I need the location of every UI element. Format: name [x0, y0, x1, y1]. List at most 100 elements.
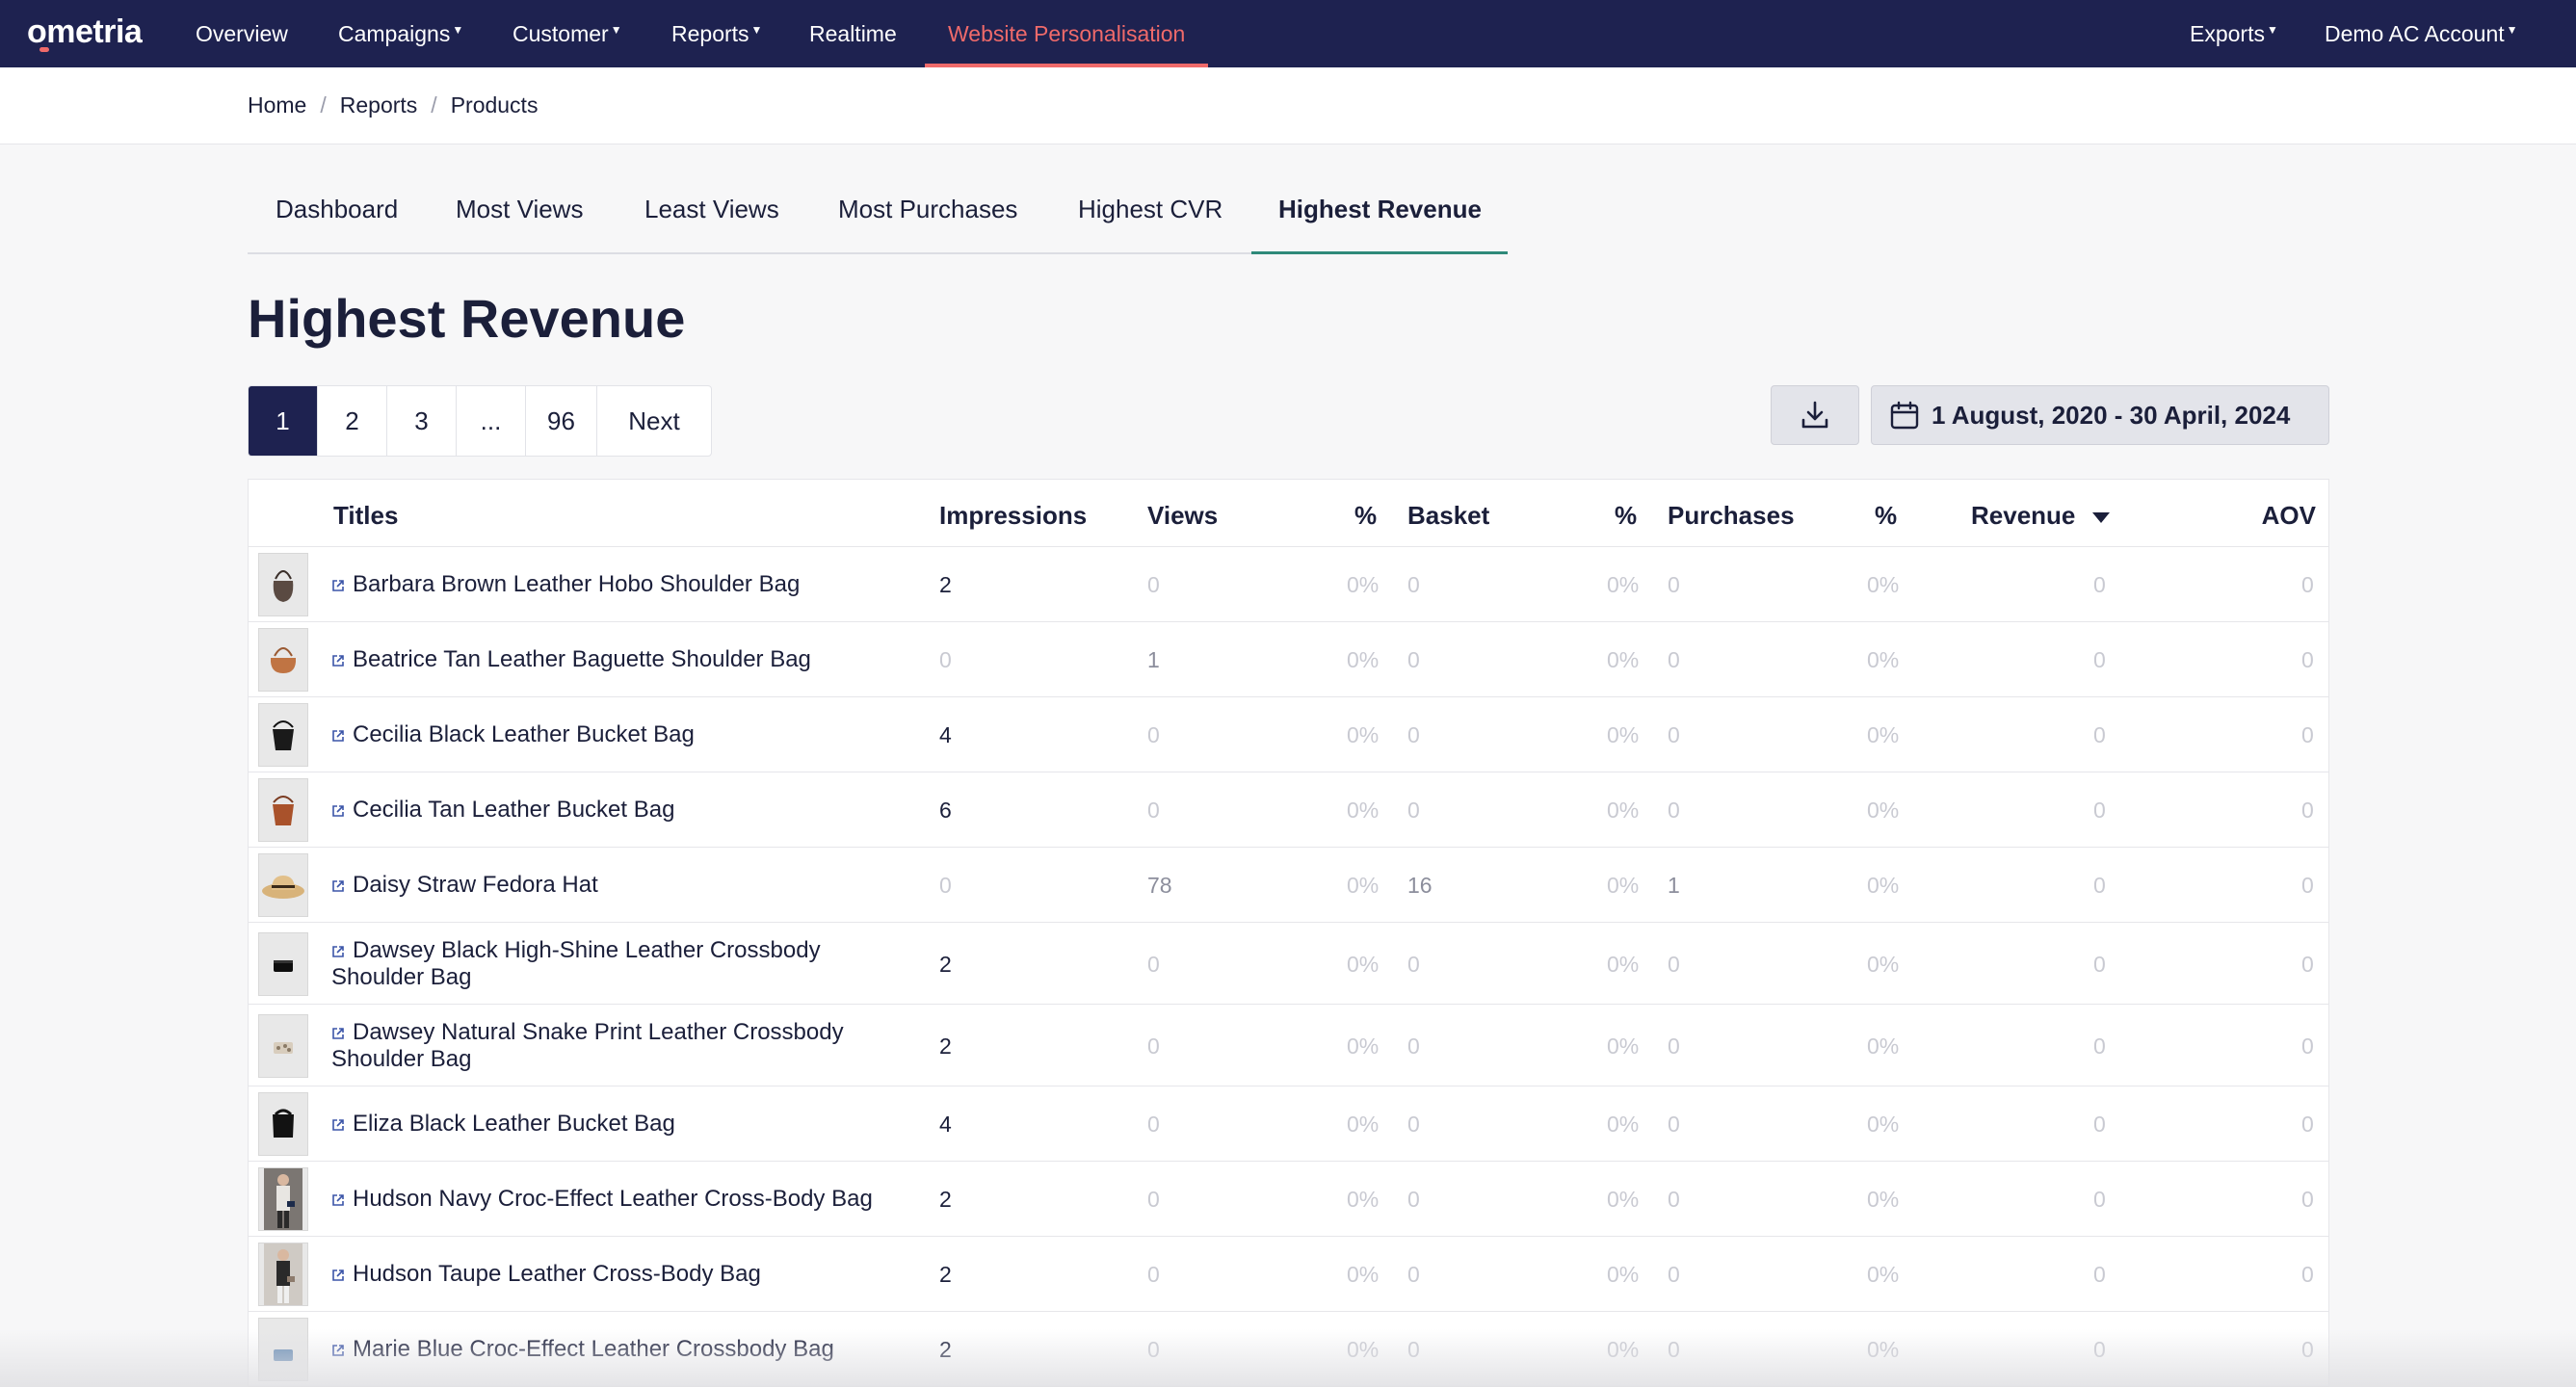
- tab-dashboard[interactable]: Dashboard: [276, 195, 398, 224]
- cell-views: 0: [1147, 798, 1160, 823]
- product-title-link[interactable]: Dawsey Natural Snake Print Leather Cross…: [331, 1019, 909, 1073]
- cell-purchases-pct: 0%: [1867, 722, 1900, 747]
- tab-most-views[interactable]: Most Views: [456, 195, 583, 224]
- nav-customer[interactable]: Customer ▼: [513, 0, 622, 67]
- tab-highest-revenue[interactable]: Highest Revenue: [1278, 195, 1482, 224]
- cell-basket-pct: 0%: [1607, 647, 1640, 672]
- product-title-link[interactable]: Dawsey Black High-Shine Leather Crossbod…: [331, 937, 909, 991]
- nav-overview[interactable]: Overview: [196, 0, 288, 67]
- col-revenue[interactable]: Revenue: [1971, 501, 2111, 531]
- product-thumbnail: [258, 1318, 308, 1381]
- cell-views: 0: [1147, 572, 1160, 597]
- page-1-button[interactable]: 1: [249, 386, 318, 456]
- cell-basket-pct: 0%: [1607, 572, 1640, 597]
- product-thumbnail: [258, 703, 308, 767]
- col-aov[interactable]: AOV: [2260, 501, 2316, 531]
- cell-basket: 0: [1407, 1337, 1420, 1362]
- cell-aov: 0: [2301, 1034, 2314, 1059]
- cell-revenue: 0: [2093, 1112, 2106, 1137]
- product-title-link[interactable]: Barbara Brown Leather Hobo Shoulder Bag: [331, 571, 909, 598]
- nav-exports[interactable]: Exports ▼: [2190, 0, 2278, 67]
- cell-purchases-pct: 0%: [1867, 647, 1900, 672]
- cell-aov: 0: [2301, 1262, 2314, 1287]
- ometria-logo[interactable]: ometria: [27, 13, 143, 52]
- nav-website-personalisation[interactable]: Website Personalisation: [924, 0, 1209, 67]
- breadcrumb-separator: /: [320, 92, 327, 118]
- product-title-link[interactable]: Marie Blue Croc-Effect Leather Crossbody…: [331, 1336, 909, 1363]
- cell-basket: 16: [1407, 873, 1433, 898]
- nav-campaigns[interactable]: Campaigns ▼: [338, 0, 463, 67]
- tab-most-purchases[interactable]: Most Purchases: [838, 195, 1017, 224]
- cell-purchases-pct: 0%: [1867, 572, 1900, 597]
- product-title-link[interactable]: Hudson Taupe Leather Cross-Body Bag: [331, 1261, 909, 1288]
- cell-basket-pct: 0%: [1607, 1112, 1640, 1137]
- external-link-icon: [332, 1027, 344, 1039]
- col-purchases[interactable]: Purchases: [1668, 501, 1795, 531]
- tab-highest-cvr[interactable]: Highest CVR: [1078, 195, 1222, 224]
- page-2-button[interactable]: 2: [318, 386, 387, 456]
- product-title: Cecilia Black Leather Bucket Bag: [353, 721, 695, 747]
- tab-least-views[interactable]: Least Views: [644, 195, 779, 224]
- cell-views-pct: 0%: [1347, 572, 1380, 597]
- nav-account-menu[interactable]: Demo AC Account ▼: [2325, 0, 2518, 67]
- product-thumbnail: [258, 932, 308, 996]
- product-title-link[interactable]: Cecilia Tan Leather Bucket Bag: [331, 797, 909, 824]
- col-purchases-pct[interactable]: %: [1875, 501, 1897, 531]
- product-title-link[interactable]: Hudson Navy Croc-Effect Leather Cross-Bo…: [331, 1186, 909, 1213]
- product-thumbnail: [258, 628, 308, 692]
- nav-overview-label: Overview: [196, 21, 288, 46]
- external-link-icon: [332, 1344, 344, 1356]
- col-views-pct[interactable]: %: [1354, 501, 1377, 531]
- cell-purchases: 0: [1668, 1112, 1680, 1137]
- next-page-button[interactable]: Next: [597, 386, 711, 456]
- cell-views-pct: 0%: [1347, 1112, 1380, 1137]
- external-link-icon: [332, 879, 344, 892]
- page-ellipsis: ...: [457, 386, 526, 456]
- logo-accent-mark: [39, 47, 49, 52]
- breadcrumb-home[interactable]: Home: [248, 92, 306, 118]
- product-title: Dawsey Natural Snake Print Leather Cross…: [331, 1019, 844, 1072]
- caret-down-icon: ▼: [610, 23, 622, 37]
- col-basket-pct[interactable]: %: [1615, 501, 1637, 531]
- col-impressions[interactable]: Impressions: [939, 501, 1087, 531]
- cell-purchases-pct: 0%: [1867, 873, 1900, 898]
- nav-account-label: Demo AC Account: [2325, 21, 2505, 46]
- cell-impressions: 4: [939, 722, 952, 747]
- calendar-icon: [1890, 401, 1919, 430]
- nav-realtime[interactable]: Realtime: [809, 0, 897, 67]
- product-title-link[interactable]: Beatrice Tan Leather Baguette Shoulder B…: [331, 646, 909, 673]
- breadcrumb-reports[interactable]: Reports: [340, 92, 418, 118]
- col-titles[interactable]: Titles: [333, 501, 398, 531]
- product-thumbnail: [258, 853, 308, 917]
- cell-revenue: 0: [2093, 572, 2106, 597]
- cell-aov: 0: [2301, 1112, 2314, 1137]
- product-title-link[interactable]: Cecilia Black Leather Bucket Bag: [331, 721, 909, 748]
- external-link-icon: [332, 654, 344, 667]
- download-icon: [1801, 401, 1828, 429]
- page-96-button[interactable]: 96: [526, 386, 597, 456]
- cell-impressions: 2: [939, 1262, 952, 1287]
- table-row: Dawsey Black High-Shine Leather Crossbod…: [249, 923, 2328, 1005]
- table-row: Hudson Navy Croc-Effect Leather Cross-Bo…: [249, 1162, 2328, 1237]
- cell-purchases: 1: [1668, 873, 1680, 898]
- cell-impressions: 0: [939, 873, 952, 898]
- cell-purchases-pct: 0%: [1867, 1034, 1900, 1059]
- page-3-button[interactable]: 3: [387, 386, 457, 456]
- cell-impressions: 0: [939, 647, 952, 672]
- nav-reports[interactable]: Reports ▼: [671, 0, 762, 67]
- product-title: Hudson Navy Croc-Effect Leather Cross-Bo…: [353, 1186, 873, 1212]
- product-thumbnail: [258, 1167, 308, 1231]
- col-views[interactable]: Views: [1147, 501, 1218, 531]
- cell-basket-pct: 0%: [1607, 1187, 1640, 1212]
- breadcrumb-products: Products: [450, 92, 539, 118]
- cell-aov: 0: [2301, 722, 2314, 747]
- cell-basket-pct: 0%: [1607, 1337, 1640, 1362]
- cell-basket-pct: 0%: [1607, 873, 1640, 898]
- product-title-link[interactable]: Daisy Straw Fedora Hat: [331, 872, 909, 899]
- col-basket[interactable]: Basket: [1407, 501, 1489, 531]
- product-title: Dawsey Black High-Shine Leather Crossbod…: [331, 937, 821, 990]
- date-range-picker[interactable]: 1 August, 2020 - 30 April, 2024: [1871, 385, 2329, 445]
- product-title-link[interactable]: Eliza Black Leather Bucket Bag: [331, 1111, 909, 1138]
- cell-purchases: 0: [1668, 722, 1680, 747]
- download-button[interactable]: [1771, 385, 1859, 445]
